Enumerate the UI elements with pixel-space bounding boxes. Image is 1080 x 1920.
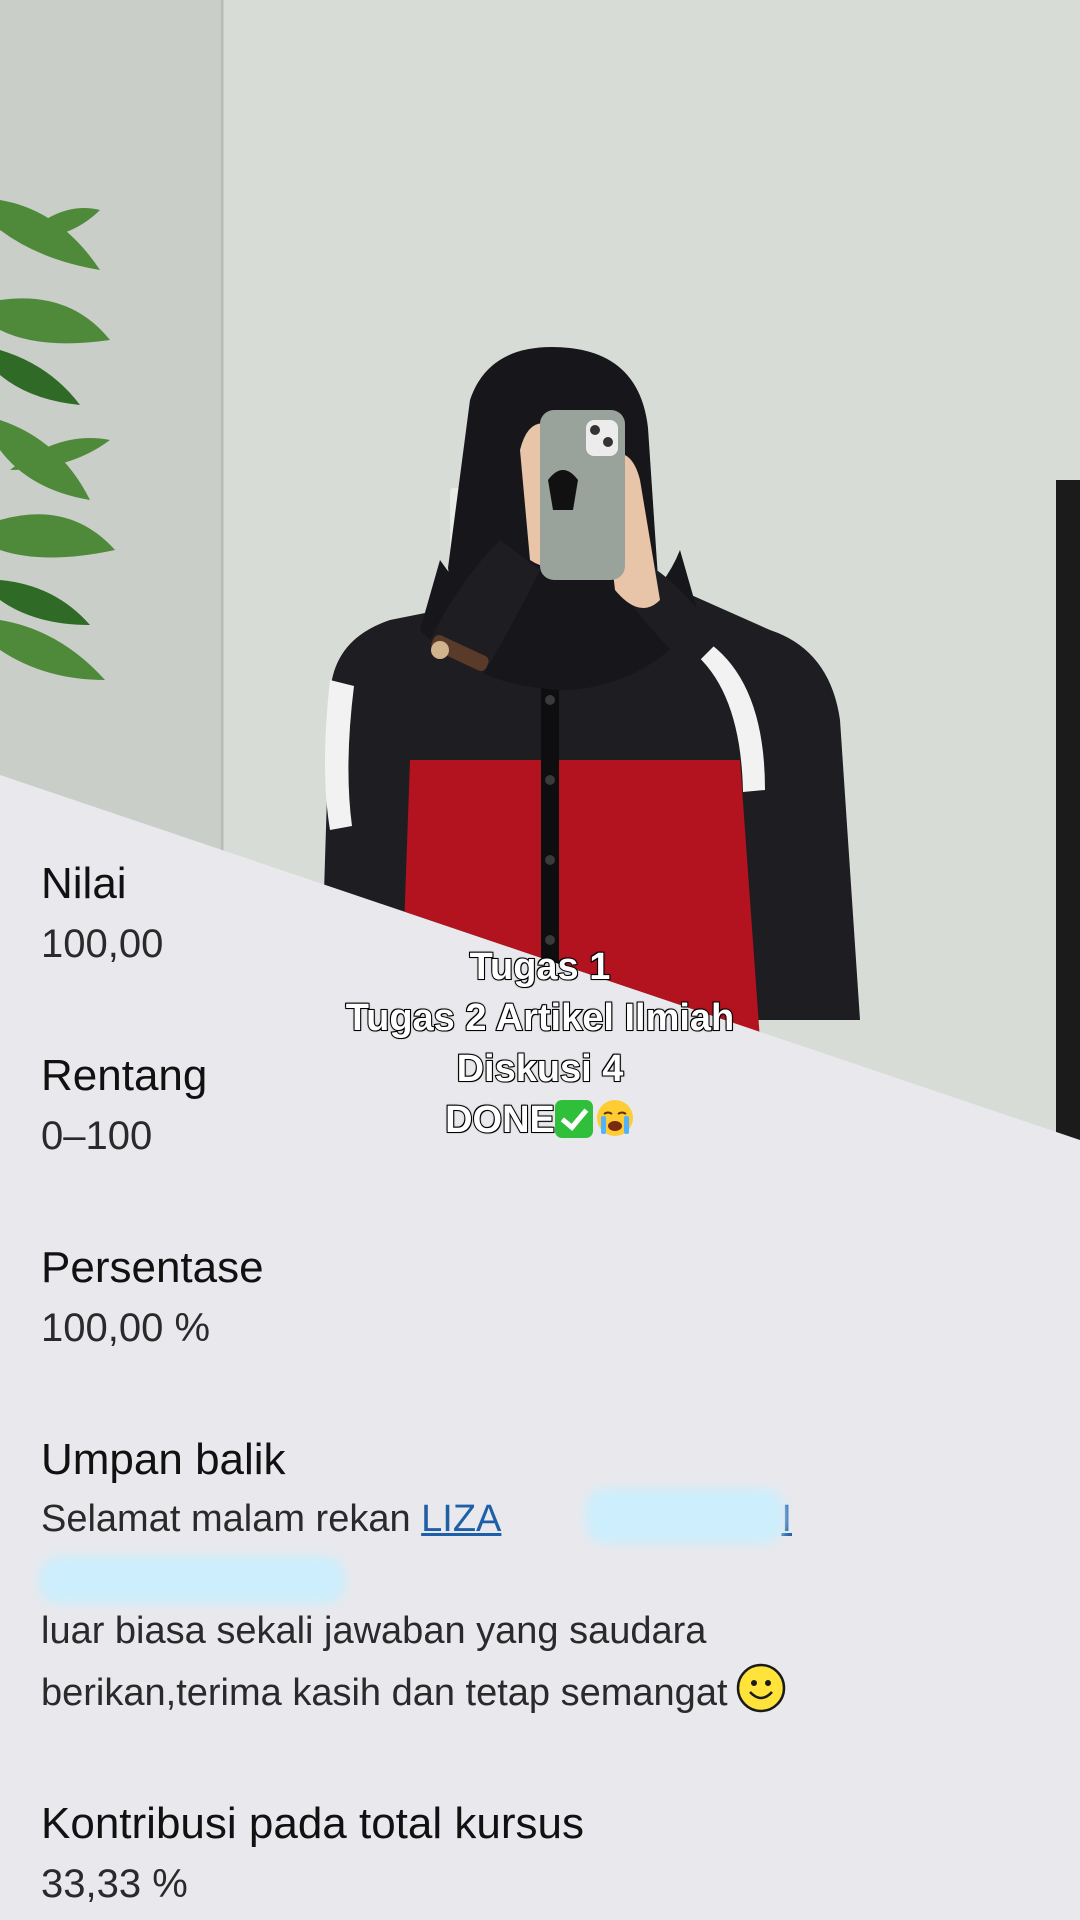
percentage-field: Persentase 100,00 %: [41, 1243, 264, 1350]
course-contribution-label: Kontribusi pada total kursus: [41, 1799, 584, 1848]
caption-line-1: Tugas 1: [469, 945, 612, 989]
grade-field: Nilai 100,00: [41, 859, 164, 966]
course-contribution-field: Kontribusi pada total kursus 33,33 %: [41, 1799, 584, 1906]
percentage-label: Persentase: [41, 1243, 264, 1292]
feedback-greeting: Selamat malam rekan: [41, 1498, 422, 1540]
feedback-line-3: berikan,terima kasih dan tetap semangat: [41, 1662, 792, 1732]
range-field: Rentang 0–100: [41, 1051, 208, 1158]
redaction-patch: [38, 1556, 346, 1604]
redaction-patch: [585, 1488, 785, 1544]
course-contribution-value: 33,33 %: [41, 1862, 188, 1906]
percentage-value: 100,00 %: [41, 1306, 211, 1350]
range-label: Rentang: [41, 1051, 208, 1100]
smiley-face-icon: [736, 1663, 786, 1732]
range-value: 0–100: [41, 1114, 153, 1158]
student-name-first: LIZA: [421, 1498, 502, 1540]
crying-face-icon: [595, 1098, 635, 1152]
caption-line-3: Diskusi 4: [456, 1047, 625, 1091]
feedback-label: Umpan balik: [41, 1435, 286, 1484]
feedback-line-3-text: berikan,terima kasih dan tetap semangat: [41, 1672, 728, 1714]
grade-value: 100,00: [41, 922, 164, 966]
video-caption: Tugas 1 Tugas 2 Artikel Ilmiah Diskusi 4…: [240, 942, 840, 1152]
tiktok-post: Nilai 100,00 Rentang 0–100 Persentase 10…: [0, 0, 1080, 1920]
feedback-line-2: luar biasa sekali jawaban yang saudara: [41, 1610, 707, 1652]
caption-done-text: DONE: [444, 1098, 556, 1142]
caption-line-2: Tugas 2 Artikel Ilmiah: [345, 996, 736, 1040]
grade-label: Nilai: [41, 859, 127, 908]
caption-line-4: DONE: [240, 1095, 840, 1152]
check-mark-icon: [554, 1100, 593, 1138]
